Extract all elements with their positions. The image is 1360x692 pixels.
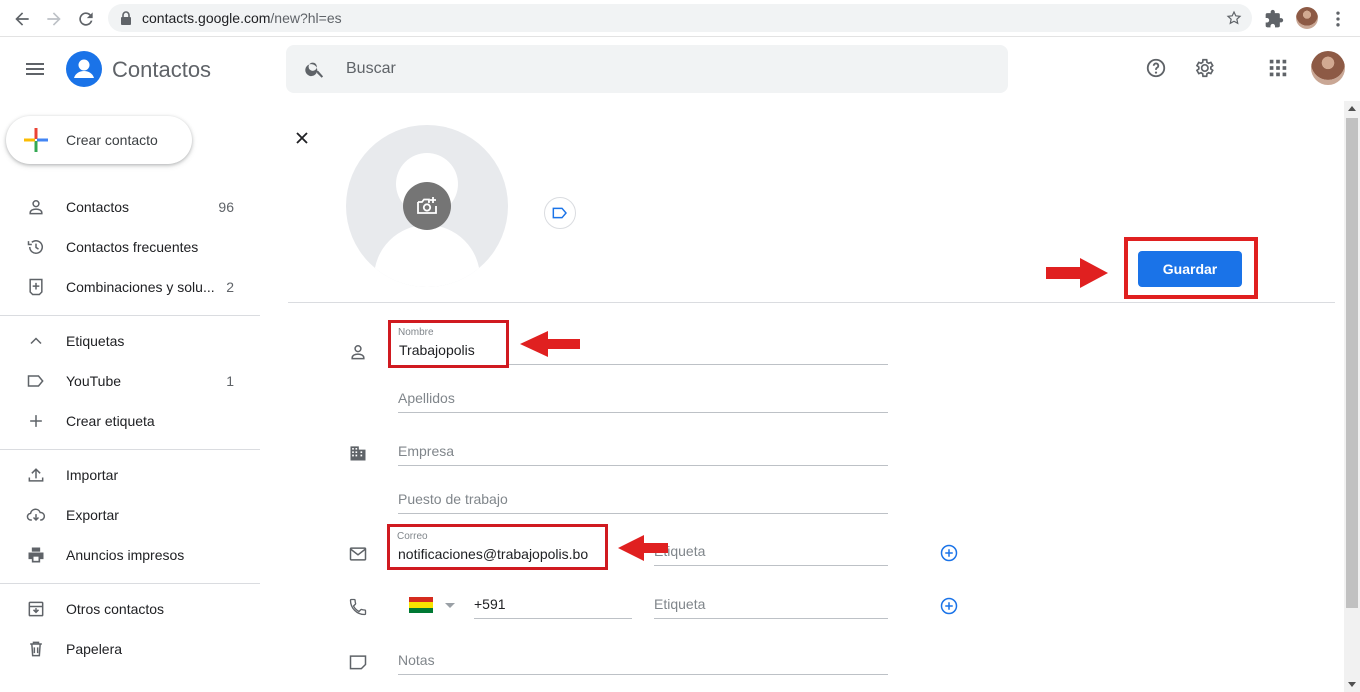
mail-icon	[348, 544, 368, 564]
building-icon	[348, 443, 368, 463]
contacts-logo-icon	[66, 51, 102, 87]
url-text: contacts.google.com/new?hl=es	[142, 10, 342, 26]
name-field-highlighted[interactable]: Nombre Trabajopolis	[388, 320, 509, 368]
upload-icon	[26, 465, 46, 485]
scroll-down-arrow-icon[interactable]	[1347, 681, 1357, 689]
add-email-circle-plus-icon[interactable]	[939, 543, 959, 563]
app-header: Contactos Buscar	[0, 37, 1360, 101]
form-divider	[288, 302, 1335, 303]
scroll-up-arrow-icon[interactable]	[1347, 104, 1357, 112]
reload-icon[interactable]	[76, 9, 96, 29]
sidebar-item-exportar[interactable]: Exportar	[0, 495, 256, 535]
scrollbar-thumb[interactable]	[1346, 118, 1358, 608]
name-floating-label: Nombre	[398, 327, 434, 338]
annotation-arrow-left	[618, 535, 668, 561]
cloud-download-icon	[26, 505, 46, 525]
extensions-icon[interactable]	[1264, 9, 1284, 29]
search-icon[interactable]	[304, 58, 326, 80]
search-placeholder: Buscar	[346, 60, 396, 77]
contact-photo-placeholder[interactable]	[346, 125, 508, 287]
history-icon	[26, 237, 46, 257]
hamburger-menu-icon[interactable]	[22, 57, 48, 81]
address-bar[interactable]: contacts.google.com/new?hl=es	[108, 4, 1252, 32]
photo-body-silhouette	[374, 225, 480, 287]
browser-toolbar: contacts.google.com/new?hl=es	[0, 0, 1360, 37]
company-field[interactable]: Empresa	[398, 426, 888, 466]
name-input-value[interactable]: Trabajopolis	[399, 342, 475, 358]
phone-code-value[interactable]: +591	[474, 596, 506, 612]
chevron-down-icon[interactable]	[445, 603, 455, 608]
apps-grid-icon[interactable]	[1267, 57, 1289, 79]
lastname-field[interactable]: Apellidos	[398, 373, 888, 413]
sidebar-item-etiquetas[interactable]: Etiquetas	[0, 321, 256, 361]
settings-gear-icon[interactable]	[1193, 57, 1215, 79]
person-icon	[26, 197, 46, 217]
person-icon	[348, 342, 368, 362]
sidebar-divider	[0, 449, 260, 450]
trash-icon	[26, 639, 46, 659]
email-tag-field[interactable]: Etiqueta	[654, 526, 888, 566]
annotation-arrow-left	[520, 331, 580, 357]
sidebar-item-crear-etiqueta[interactable]: Crear etiqueta	[0, 401, 256, 441]
search-bar[interactable]: Buscar	[286, 45, 1008, 93]
help-icon[interactable]	[1145, 57, 1167, 79]
create-contact-button[interactable]: Crear contacto	[6, 116, 192, 164]
sidebar-item-combinaciones[interactable]: Combinaciones y solu... 2	[0, 267, 256, 307]
sidebar-divider	[0, 315, 260, 316]
sidebar-item-anuncios[interactable]: Anuncios impresos	[0, 535, 256, 575]
phone-tag-field[interactable]: Etiqueta	[654, 579, 888, 619]
merge-icon	[26, 277, 46, 297]
notes-field[interactable]: Notas	[398, 635, 888, 675]
close-icon[interactable]	[292, 128, 312, 148]
add-label-chip-icon[interactable]	[544, 197, 576, 229]
note-icon	[348, 652, 368, 672]
email-floating-label: Correo	[397, 531, 428, 542]
annotation-arrow-right	[1046, 258, 1108, 288]
add-photo-camera-icon[interactable]	[403, 182, 451, 230]
colorful-plus-icon	[24, 128, 48, 152]
sidebar-item-importar[interactable]: Importar	[0, 455, 256, 495]
profile-avatar-icon[interactable]	[1296, 7, 1318, 29]
sidebar-item-papelera[interactable]: Papelera	[0, 629, 256, 669]
plus-icon	[26, 411, 46, 431]
label-icon	[26, 371, 46, 391]
sidebar-item-otros[interactable]: Otros contactos	[0, 589, 256, 629]
phone-icon	[348, 597, 368, 617]
lock-icon	[120, 11, 132, 25]
chevron-up-icon	[26, 331, 46, 351]
account-avatar[interactable]	[1311, 51, 1345, 85]
print-icon	[26, 545, 46, 565]
job-title-field[interactable]: Puesto de trabajo	[398, 474, 888, 514]
app-title: Contactos	[112, 57, 212, 82]
email-field-highlighted[interactable]: Correo notificaciones@trabajopolis.bo	[387, 524, 608, 570]
email-input-value[interactable]: notificaciones@trabajopolis.bo	[398, 546, 588, 562]
forward-icon[interactable]	[44, 9, 64, 29]
add-phone-circle-plus-icon[interactable]	[939, 596, 959, 616]
save-button[interactable]: Guardar	[1138, 251, 1242, 287]
kebab-menu-icon[interactable]	[1328, 9, 1348, 29]
sidebar-item-frecuentes[interactable]: Contactos frecuentes	[0, 227, 256, 267]
bookmark-star-icon[interactable]	[1226, 10, 1242, 26]
archive-icon	[26, 599, 46, 619]
back-icon[interactable]	[12, 9, 32, 29]
sidebar-divider	[0, 583, 260, 584]
country-flag-bolivia[interactable]	[409, 597, 433, 613]
sidebar-item-contactos[interactable]: Contactos 96	[0, 187, 256, 227]
create-contact-label: Crear contacto	[66, 132, 158, 148]
sidebar-item-youtube[interactable]: YouTube 1	[0, 361, 256, 401]
phone-field[interactable]: +591	[474, 579, 632, 619]
